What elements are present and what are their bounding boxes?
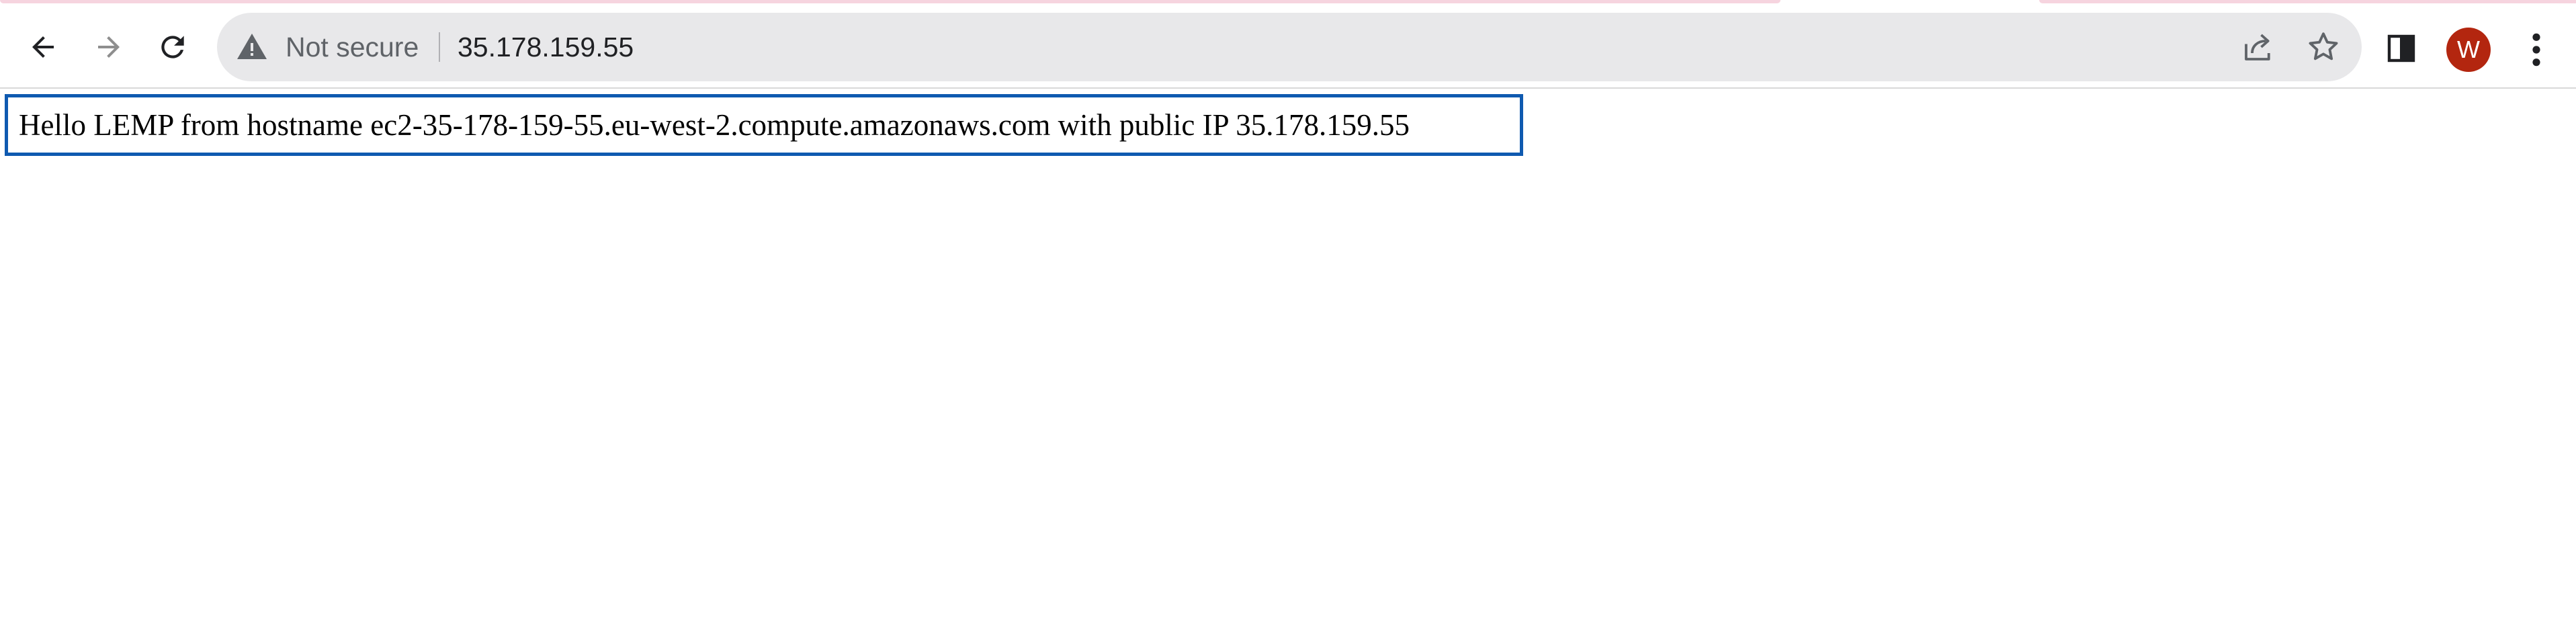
- tab-strip-accent-left: [0, 0, 1780, 3]
- forward-button[interactable]: [81, 19, 137, 75]
- security-label[interactable]: Not secure: [286, 13, 419, 81]
- reload-button[interactable]: [144, 19, 201, 75]
- tab-strip: [0, 0, 2576, 5]
- back-button[interactable]: [15, 19, 71, 75]
- warning-triangle-icon[interactable]: [236, 31, 268, 63]
- star-icon[interactable]: [2305, 29, 2342, 65]
- address-bar[interactable]: Not secure 35.178.159.55: [217, 13, 2362, 81]
- browser-window: Not secure 35.178.159.55 W Hello LEMP fr…: [0, 0, 2576, 625]
- browser-toolbar: Not secure 35.178.159.55 W: [0, 5, 2576, 89]
- profile-avatar[interactable]: W: [2446, 28, 2491, 72]
- kebab-menu-icon[interactable]: [2520, 28, 2553, 71]
- hello-message: Hello LEMP from hostname ec2-35-178-159-…: [5, 94, 1523, 156]
- omnibox-divider: [439, 32, 440, 62]
- tab-strip-accent-right: [2039, 0, 2576, 3]
- page-content: Hello LEMP from hostname ec2-35-178-159-…: [0, 90, 2576, 625]
- share-icon[interactable]: [2240, 29, 2276, 65]
- arrow-left-icon: [32, 36, 54, 58]
- url-text[interactable]: 35.178.159.55: [458, 13, 634, 81]
- arrow-right-icon: [98, 36, 120, 58]
- reload-icon: [161, 36, 184, 58]
- side-panel-icon[interactable]: [2385, 32, 2417, 65]
